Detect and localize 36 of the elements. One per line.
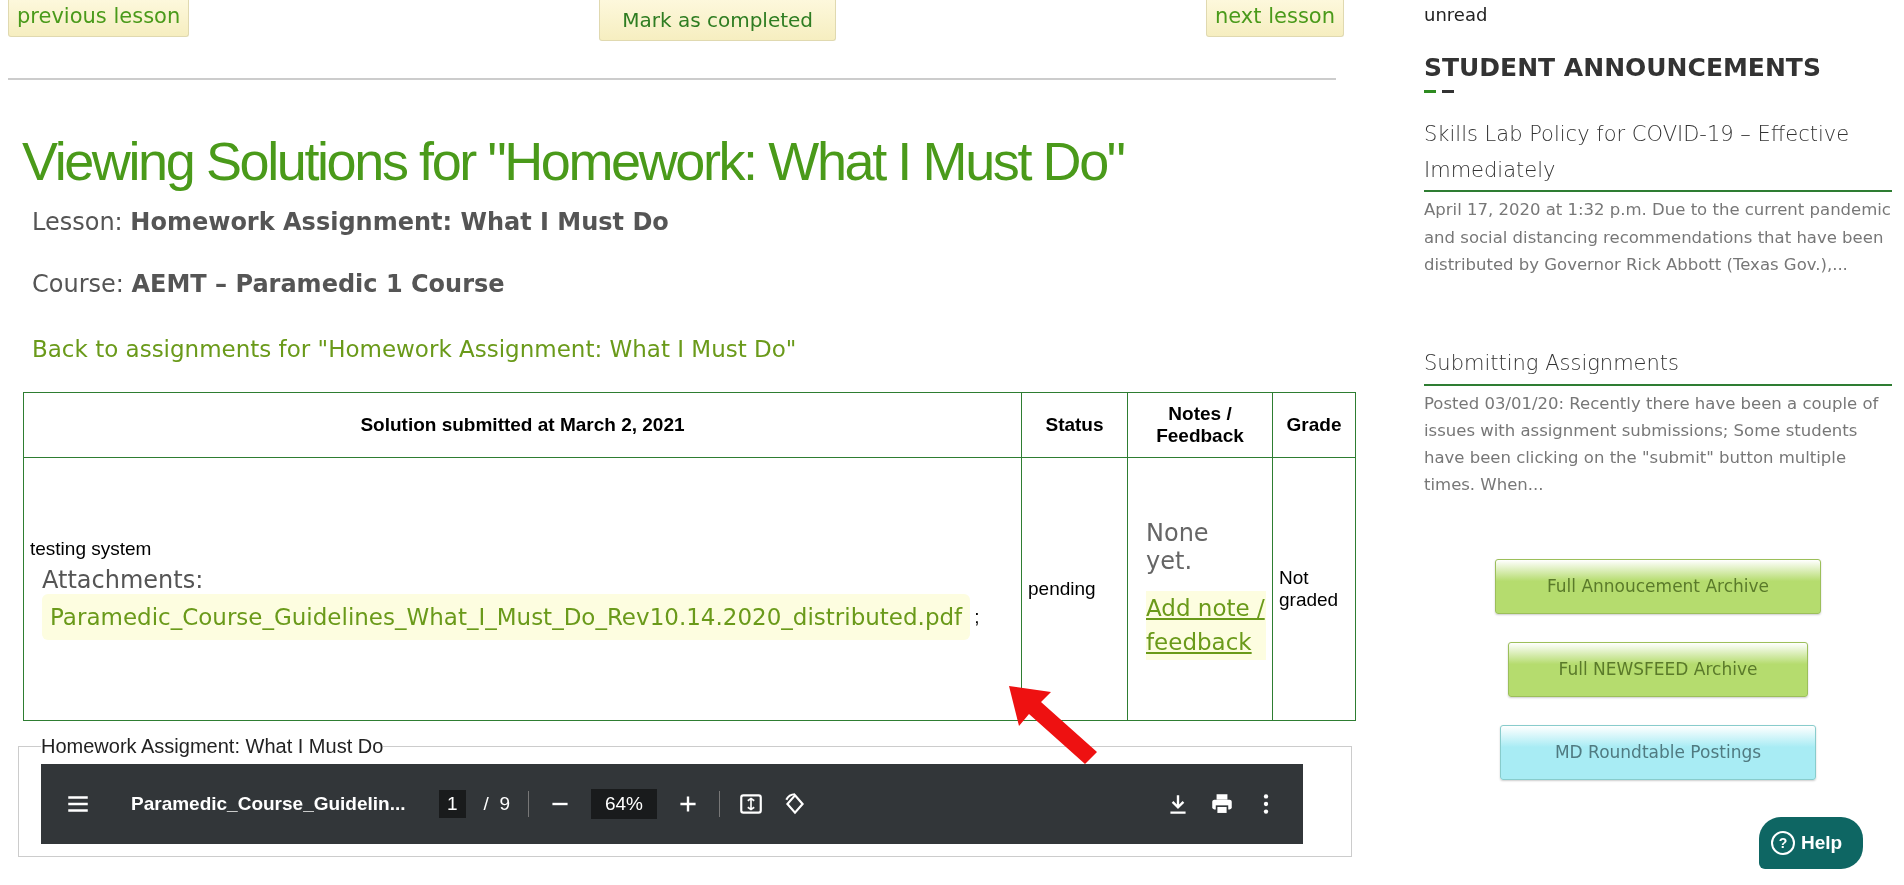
section-heading: STUDENT ANNOUNCEMENTS — [1424, 53, 1822, 82]
archive-button[interactable]: Full Annoucement Archive — [1495, 558, 1821, 614]
detail-line: Course: AEMT – Paramedic 1 Course — [32, 270, 506, 298]
notes-text: None yet. — [1146, 518, 1210, 575]
attachment-link[interactable]: Paramedic_Course_Guidelines_What_I_Must_Do_Rev10.14.2020_distributed.pdf — [42, 594, 971, 640]
column-header: Status — [1021, 392, 1128, 458]
column-header: Notes / Feedback — [1127, 392, 1273, 458]
file-name: Paramedic_Course_Guidelin... — [131, 793, 407, 815]
announcement-excerpt: Posted 03/01/20: Recently there have been a couple of issues with assignment submissions; Some students have been clicking on the "submit" button multiple times. When... — [1424, 392, 1880, 497]
next-lesson-button[interactable]: next lesson — [1206, 0, 1344, 37]
announcement-title[interactable]: Submitting Assignments — [1424, 346, 1892, 386]
status-cell: pending — [1021, 457, 1128, 721]
column-header: Grade — [1272, 392, 1356, 458]
page-count: / 9 — [483, 793, 510, 815]
viewer-legend: Homework Assigment: What I Must Do — [41, 735, 384, 758]
announcement-title[interactable]: Skills Lab Policy for COVID-19 – Effective Immediately — [1424, 117, 1892, 193]
zoom-field[interactable]: 64% — [591, 789, 657, 819]
column-header: Solution submitted at March 2, 2021 — [23, 392, 1022, 458]
announcement-excerpt: April 17, 2020 at 1:32 p.m. Due to the current pandemic and social distancing recommendations that have been distributed by Governor Rick Abbott (Texas Gov.),... — [1424, 199, 1892, 276]
page-field[interactable]: 1 — [439, 790, 466, 818]
mark-completed-button[interactable]: Mark as completed — [599, 0, 837, 41]
solution-text: testing system — [30, 538, 153, 560]
help-button[interactable]: ? Help — [1759, 817, 1863, 869]
back-link[interactable]: Back to assignments for "Homework Assignment: What I Must Do" — [32, 336, 797, 362]
unread-text: unread — [1424, 4, 1489, 25]
add-note-link[interactable]: Add note / feedback — [1146, 590, 1266, 660]
archive-button[interactable]: MD Roundtable Postings — [1500, 724, 1816, 780]
attachments-label: Attachments: — [42, 566, 205, 594]
detail-line: Lesson: Homework Assignment: What I Must Do — [32, 208, 670, 236]
fit-page-icon[interactable] — [738, 791, 764, 817]
grade-cell: Not graded — [1272, 457, 1356, 721]
page-title: Viewing Solutions for "Homework: What I Must Do" — [22, 130, 1125, 192]
heading-accent — [1424, 90, 1454, 93]
separator-text: ; — [974, 606, 980, 628]
archive-button[interactable]: Full NEWSFEED Archive — [1508, 641, 1808, 697]
previous-lesson-button[interactable]: previous lesson — [8, 0, 190, 37]
